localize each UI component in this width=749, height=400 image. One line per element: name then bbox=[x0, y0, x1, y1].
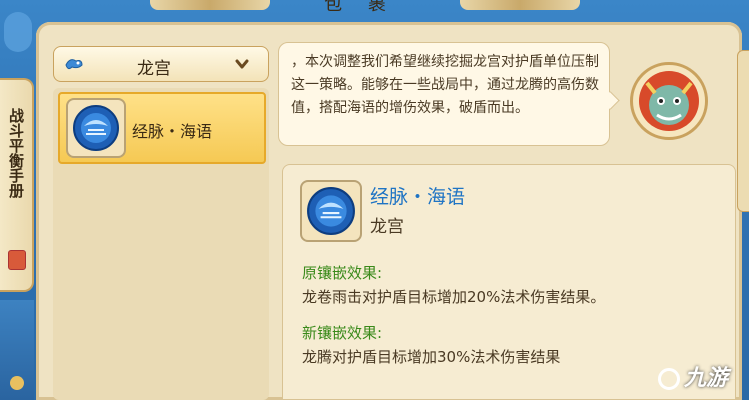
watermark: 九游 bbox=[658, 360, 748, 396]
side-tab-label: 战斗平衡手册 bbox=[7, 108, 25, 198]
new-effect-title: 新镶嵌效果: bbox=[302, 324, 383, 342]
watermark-text: 九游 bbox=[684, 366, 729, 391]
detail-item-school: 龙宫 bbox=[370, 217, 404, 237]
frame-ornament-bottom-left bbox=[0, 300, 34, 400]
dragon-cloud-icon bbox=[64, 55, 84, 73]
side-tab-battle-manual[interactable]: 战斗平衡手册 bbox=[0, 78, 34, 292]
detail-item-name: 经脉・海语 bbox=[370, 186, 466, 208]
old-effect-body: 龙卷雨击对护盾目标增加20%法术伤害结果。 bbox=[302, 288, 606, 306]
list-item[interactable]: 经脉・海语 bbox=[58, 92, 266, 164]
npc-avatar bbox=[630, 62, 708, 140]
title-ornament-right bbox=[460, 0, 580, 10]
title-ornament-left bbox=[150, 0, 270, 10]
dropdown-selected-value: 龙宫 bbox=[137, 59, 171, 79]
watermark-logo-icon bbox=[658, 368, 680, 390]
new-effect-body: 龙腾对护盾目标增加30%法术伤害结果 bbox=[302, 348, 561, 366]
cloud-ornament bbox=[4, 12, 32, 52]
right-side-tab[interactable] bbox=[737, 50, 749, 212]
seal-icon bbox=[8, 250, 26, 270]
npc-speech-bubble: ，本次调整我们希望继续挖掘龙宫对护盾单位压制这一策略。能够在一些战局中，通过龙腾… bbox=[278, 42, 610, 146]
chevron-down-icon bbox=[234, 56, 250, 72]
school-dropdown[interactable]: 龙宫 bbox=[53, 46, 269, 82]
window-title: 包 裹 bbox=[324, 0, 396, 15]
jingmai-disc-icon bbox=[300, 180, 362, 242]
npc-speech-text: ，本次调整我们希望继续挖掘龙宫对护盾单位压制这一策略。能够在一些战局中，通过龙腾… bbox=[291, 54, 599, 116]
jingmai-disc-icon bbox=[66, 98, 126, 158]
list-item-name: 经脉・海语 bbox=[132, 122, 213, 141]
old-effect-title: 原镶嵌效果: bbox=[302, 264, 383, 282]
